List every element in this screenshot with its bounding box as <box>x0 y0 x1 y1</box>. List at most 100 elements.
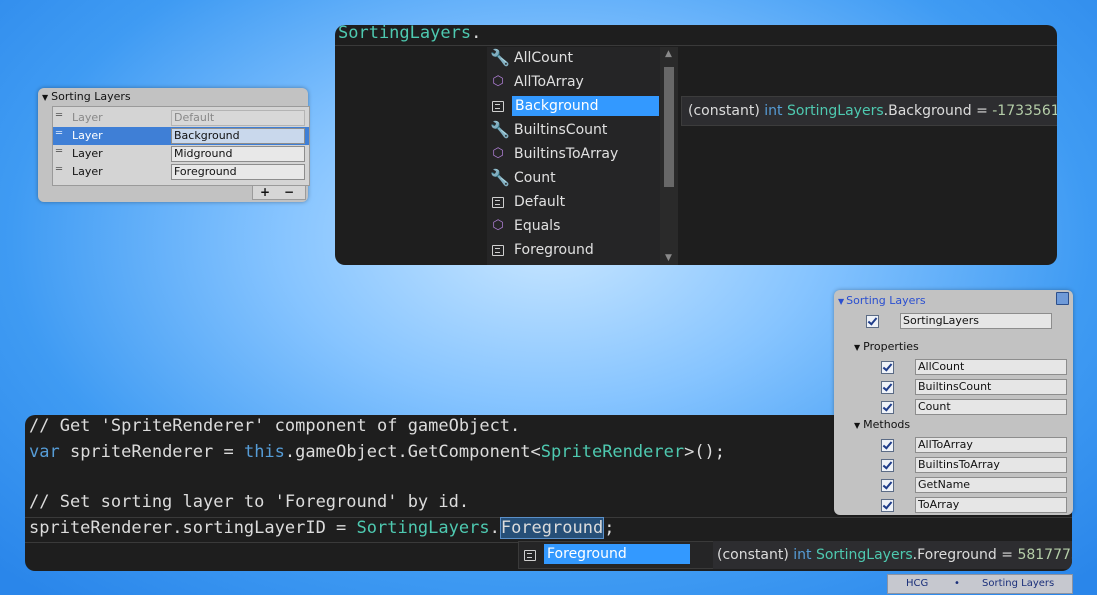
quickinfo-class: SortingLayers <box>786 103 884 119</box>
layer-name-field: Default <box>171 110 305 126</box>
methods-section[interactable]: ▼ Methods <box>854 418 910 431</box>
completion-label: Equals <box>514 218 561 234</box>
layer-name-field[interactable]: Background <box>171 128 305 144</box>
footer-left: HCG <box>906 578 929 589</box>
layer-row-foreground[interactable]: ═ Layer Foreground <box>53 163 309 181</box>
cube-icon: ⬡ <box>492 146 504 161</box>
constant-icon <box>490 242 506 258</box>
class-token: SortingLayers <box>338 25 472 43</box>
help-book-icon[interactable] <box>1056 292 1069 305</box>
completion-label: AllCount <box>514 50 573 66</box>
completion-scrollbar[interactable]: ▲ ▼ <box>660 47 678 265</box>
layer-row-background[interactable]: ═ Layer Background <box>53 127 309 145</box>
class-name-field[interactable]: SortingLayers <box>900 313 1052 329</box>
completion-item-background[interactable]: Background <box>487 95 660 119</box>
dot-token: . <box>471 25 482 43</box>
property-field[interactable]: AllCount <box>915 359 1067 375</box>
constant-icon <box>490 194 506 210</box>
method-checkbox[interactable] <box>881 439 894 452</box>
completion-label: AllToArray <box>514 74 584 90</box>
property-checkbox[interactable] <box>881 381 894 394</box>
code-line[interactable]: SortingLayers. <box>338 25 481 43</box>
completion-list[interactable]: 🔧 AllCount ⬡ AllToArray Background 🔧 Builti… <box>487 47 660 265</box>
completion-item-count[interactable]: 🔧 Count <box>487 167 660 191</box>
add-remove-footer: + − <box>252 186 306 200</box>
layer-row-midground[interactable]: ═ Layer Midground <box>53 145 309 163</box>
autocomplete-list[interactable]: Foreground <box>518 541 716 569</box>
divider <box>335 45 1057 46</box>
completion-label: Foreground <box>514 242 594 258</box>
completion-item-equals[interactable]: ⬡ Equals <box>487 215 660 239</box>
keyword-token: var <box>29 442 60 462</box>
dot-token: . <box>489 518 500 538</box>
layer-name-field[interactable]: Foreground <box>171 164 305 180</box>
properties-label: Properties <box>863 340 919 353</box>
inspector-panel: ▼ Sorting Layers SortingLayers ▼ Propertie… <box>834 290 1073 515</box>
remove-layer-button[interactable]: − <box>277 186 301 198</box>
quickinfo-value: 581777309 <box>1017 547 1072 563</box>
quickinfo-tooltip: (constant) int SortingLayers.Background … <box>681 96 1057 126</box>
properties-section[interactable]: ▼ Properties <box>854 340 919 353</box>
layer-label: Layer <box>72 111 103 124</box>
code-line-1[interactable]: // Get 'SpriteRenderer' component of gam… <box>29 416 520 436</box>
scroll-down-icon[interactable]: ▼ <box>665 253 672 263</box>
drag-handle-icon[interactable]: ═ <box>56 128 62 139</box>
property-checkbox[interactable] <box>881 401 894 414</box>
footer-separator: • <box>954 578 960 589</box>
completion-label: Count <box>514 170 556 186</box>
method-checkbox[interactable] <box>881 499 894 512</box>
method-field[interactable]: BuiltinsToArray <box>915 457 1067 473</box>
inspector-title[interactable]: ▼ Sorting Layers <box>838 294 926 307</box>
quickinfo-class: SortingLayers <box>815 547 913 563</box>
method-checkbox[interactable] <box>881 479 894 492</box>
code-token: .gameObject.GetComponent< <box>284 442 541 462</box>
drag-handle-icon[interactable]: ═ <box>56 164 62 175</box>
method-field[interactable]: GetName <box>915 477 1067 493</box>
completion-item-allcount[interactable]: 🔧 AllCount <box>487 47 660 71</box>
completion-label: Default <box>514 194 566 210</box>
class-checkbox[interactable] <box>866 315 879 328</box>
class-token: SortingLayers <box>356 518 490 538</box>
sorting-layers-panel: ▼ Sorting Layers ═ Layer Default ═ Layer … <box>38 88 310 202</box>
class-token: SpriteRenderer <box>540 442 685 462</box>
layer-label: Layer <box>72 147 103 160</box>
completion-label: BuiltinsCount <box>514 122 608 138</box>
completion-label: BuiltinsToArray <box>514 146 619 162</box>
property-field[interactable]: BuiltinsCount <box>915 379 1067 395</box>
completion-item-builtinscount[interactable]: 🔧 BuiltinsCount <box>487 119 660 143</box>
layer-name-field[interactable]: Midground <box>171 146 305 162</box>
cube-icon: ⬡ <box>492 74 504 89</box>
methods-label: Methods <box>863 418 911 431</box>
quickinfo-member: .Background = <box>883 103 993 119</box>
method-checkbox[interactable] <box>881 459 894 472</box>
method-field[interactable]: AllToArray <box>915 437 1067 453</box>
drag-handle-icon[interactable]: ═ <box>56 146 62 157</box>
autocomplete-item-foreground[interactable]: Foreground <box>544 544 690 564</box>
completion-item-foreground[interactable]: Foreground <box>487 239 660 263</box>
quickinfo-type: int <box>793 547 812 563</box>
code-line-4[interactable]: // Set sorting layer to 'Foreground' by … <box>29 492 469 512</box>
quickinfo-tooltip: (constant) int SortingLayers.Foreground … <box>713 541 1072 569</box>
scroll-up-icon[interactable]: ▲ <box>665 49 672 59</box>
code-token: ; <box>604 518 615 538</box>
completion-item-alltoarray[interactable]: ⬡ AllToArray <box>487 71 660 95</box>
quickinfo-prefix: (constant) <box>717 547 794 563</box>
add-layer-button[interactable]: + <box>253 186 277 198</box>
sorting-layers-title: Sorting Layers <box>51 90 131 103</box>
quickinfo-type: int <box>764 103 783 119</box>
code-line-5[interactable]: spriteRenderer.sortingLayerID = SortingL… <box>29 517 615 539</box>
property-checkbox[interactable] <box>881 361 894 374</box>
code-line-2[interactable]: var spriteRenderer = this.gameObject.Get… <box>29 442 725 462</box>
foldout-arrow-icon: ▼ <box>838 297 845 306</box>
constant-icon <box>522 547 538 563</box>
completion-item-default[interactable]: Default <box>487 191 660 215</box>
property-field[interactable]: Count <box>915 399 1067 415</box>
completion-item-builtinstoarray[interactable]: ⬡ BuiltinsToArray <box>487 143 660 167</box>
sorting-layers-header[interactable]: ▼ Sorting Layers <box>42 90 131 103</box>
foldout-arrow-icon: ▼ <box>42 93 49 102</box>
scroll-thumb[interactable] <box>664 67 674 187</box>
completion-label: Background <box>512 96 659 116</box>
method-field[interactable]: ToArray <box>915 497 1067 513</box>
selected-word: Foreground <box>499 517 605 539</box>
layer-label: Layer <box>72 129 103 142</box>
